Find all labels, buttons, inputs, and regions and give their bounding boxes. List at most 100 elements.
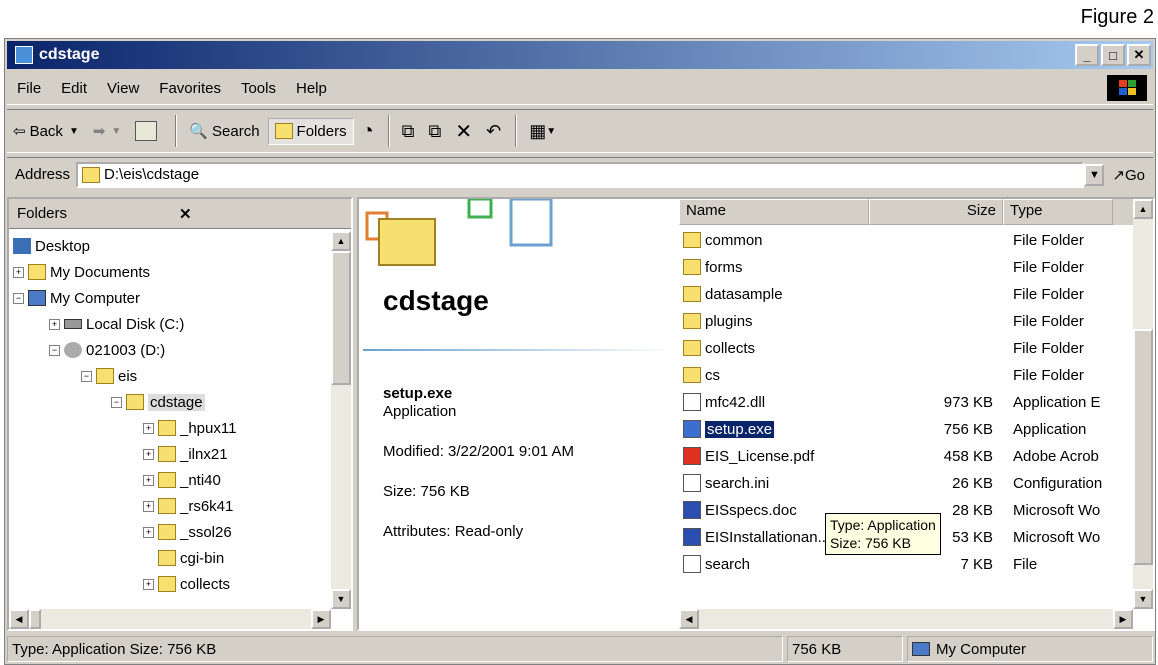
title-divider [363,349,675,351]
toolbar: ⇦ Back ▼ ➡ ▼ 🔍 Search Folders ◔ ⧉ ⧉ ✕ ↶ [7,109,1153,153]
file-name: search.ini [705,474,770,492]
scroll-left-button[interactable]: ◀ [679,609,699,629]
menu-view[interactable]: View [107,80,139,97]
expand-icon[interactable]: + [143,422,154,434]
scroll-thumb[interactable] [29,609,41,629]
file-row[interactable]: datasample File Folder [679,281,1133,307]
folder-tree-horizontal-scrollbar[interactable]: ◀ ▶ [9,609,331,629]
expand-icon[interactable]: + [143,526,154,538]
scroll-right-button[interactable]: ▶ [311,609,331,629]
scroll-down-button[interactable]: ▼ [331,589,351,609]
tree-item-nti40[interactable]: + _nti40 [143,467,221,493]
file-name: search [705,555,751,573]
tree-item-rs6k41[interactable]: + _rs6k41 [143,493,233,519]
address-dropdown-button[interactable]: ▼ [1084,163,1105,186]
computer-icon [28,290,46,306]
file-row[interactable]: cs File Folder [679,362,1133,388]
undo-button[interactable]: ↶ [480,117,507,146]
views-button[interactable]: ▦ ▼ [523,117,562,146]
collapse-icon[interactable]: − [13,292,24,304]
chevron-down-icon: ▼ [111,125,122,137]
file-row[interactable]: plugins File Folder [679,308,1133,334]
address-label: Address [15,166,71,183]
folder-tree-vertical-scrollbar[interactable]: ▲ ▼ [331,231,351,609]
scroll-up-button[interactable]: ▲ [1133,199,1153,219]
collapse-icon[interactable]: − [81,370,92,382]
file-name: plugins [705,312,753,330]
menu-tools[interactable]: Tools [241,80,276,97]
file-row[interactable]: mfc42.dll 973 KB Application E [679,389,1133,415]
menu-favorites[interactable]: Favorites [159,80,221,97]
folders-button[interactable]: Folders [267,117,354,145]
expand-icon[interactable]: + [143,474,154,486]
tree-item-cdstage[interactable]: − cdstage [111,389,205,415]
file-name: mfc42.dll [705,393,766,411]
title-bar[interactable]: cdstage _ □ ✕ [7,41,1153,69]
tree-item-desktop[interactable]: Desktop [13,233,90,259]
move-to-button[interactable]: ⧉ [396,117,421,146]
selected-file-type: Application [383,403,457,420]
file-row-selected[interactable]: setup.exe 756 KB Application [679,416,1133,442]
menu-edit[interactable]: Edit [61,80,87,97]
scroll-thumb[interactable] [1133,329,1153,565]
collapse-icon[interactable]: − [49,344,60,356]
file-row[interactable]: common File Folder [679,227,1133,253]
minimize-button[interactable]: _ [1075,44,1099,66]
column-header-size[interactable]: Size [869,199,1003,225]
address-input[interactable]: D:\eis\cdstage [76,161,1085,188]
tree-item-label: cdstage [148,393,205,411]
scroll-down-button[interactable]: ▼ [1133,589,1153,609]
tree-item-hpux11[interactable]: + _hpux11 [143,415,236,441]
search-button[interactable]: 🔍 Search [183,118,265,144]
back-button[interactable]: ⇦ Back ▼ [7,118,85,144]
file-list-header: Name Size Type [679,199,1133,225]
scroll-thumb[interactable] [331,251,351,385]
history-button[interactable]: ◔ [356,116,380,147]
tree-item-ssol26[interactable]: + _ssol26 [143,519,232,545]
file-name: setup.exe [705,420,775,438]
close-button[interactable]: ✕ [1127,44,1151,66]
collapse-icon[interactable]: − [111,396,122,408]
column-header-name[interactable]: Name [679,199,869,225]
folder-icon [158,420,176,436]
file-list-horizontal-scrollbar[interactable]: ◀ ▶ [679,609,1133,629]
go-label: Go [1124,166,1145,184]
expand-icon[interactable]: + [143,448,154,460]
tree-item-collects[interactable]: + collects [143,571,230,597]
menu-help[interactable]: Help [296,80,327,97]
file-list-vertical-scrollbar[interactable]: ▲ ▼ [1133,199,1153,609]
file-row[interactable]: forms File Folder [679,254,1133,280]
expand-icon[interactable]: + [49,318,60,330]
file-row[interactable]: search.ini 26 KB Configuration [679,470,1133,496]
go-button[interactable]: ↗Go [1112,166,1145,184]
content-pane: cdstage setup.exe Application Modified: … [357,197,1155,631]
folder-icon [158,498,176,514]
tree-item-cd-drive[interactable]: − 021003 (D:) [49,337,165,363]
copy-to-button[interactable]: ⧉ [423,117,448,146]
tree-item-my-computer[interactable]: − My Computer [13,285,140,311]
forward-button[interactable]: ➡ ▼ [87,118,127,144]
expand-icon[interactable]: + [13,266,24,278]
file-row[interactable]: EIS_License.pdf 458 KB Adobe Acrob [679,443,1133,469]
file-type: File Folder [1013,285,1084,303]
scroll-up-button[interactable]: ▲ [331,231,351,251]
tree-item-ilnx21[interactable]: + _ilnx21 [143,441,228,467]
scroll-right-button[interactable]: ▶ [1113,609,1133,629]
file-row[interactable]: collects File Folder [679,335,1133,361]
expand-icon[interactable]: + [143,578,154,590]
scroll-left-button[interactable]: ◀ [9,609,29,629]
close-folders-pane-button[interactable]: ✕ [179,205,341,223]
column-header-type[interactable]: Type [1003,199,1113,225]
delete-button[interactable]: ✕ [449,115,478,148]
file-tooltip: Type: Application Size: 756 KB [825,513,941,555]
file-type: File Folder [1013,258,1084,276]
expand-icon[interactable]: + [143,500,154,512]
menu-file[interactable]: File [17,80,41,97]
tree-item-label: Local Disk (C:) [86,315,185,333]
tree-item-local-disk[interactable]: + Local Disk (C:) [49,311,184,337]
up-button[interactable] [129,117,167,145]
tree-item-eis[interactable]: − eis [81,363,137,389]
tree-item-my-documents[interactable]: + My Documents [13,259,150,285]
tree-item-cgi-bin[interactable]: cgi-bin [158,545,224,571]
maximize-button[interactable]: □ [1101,44,1125,66]
